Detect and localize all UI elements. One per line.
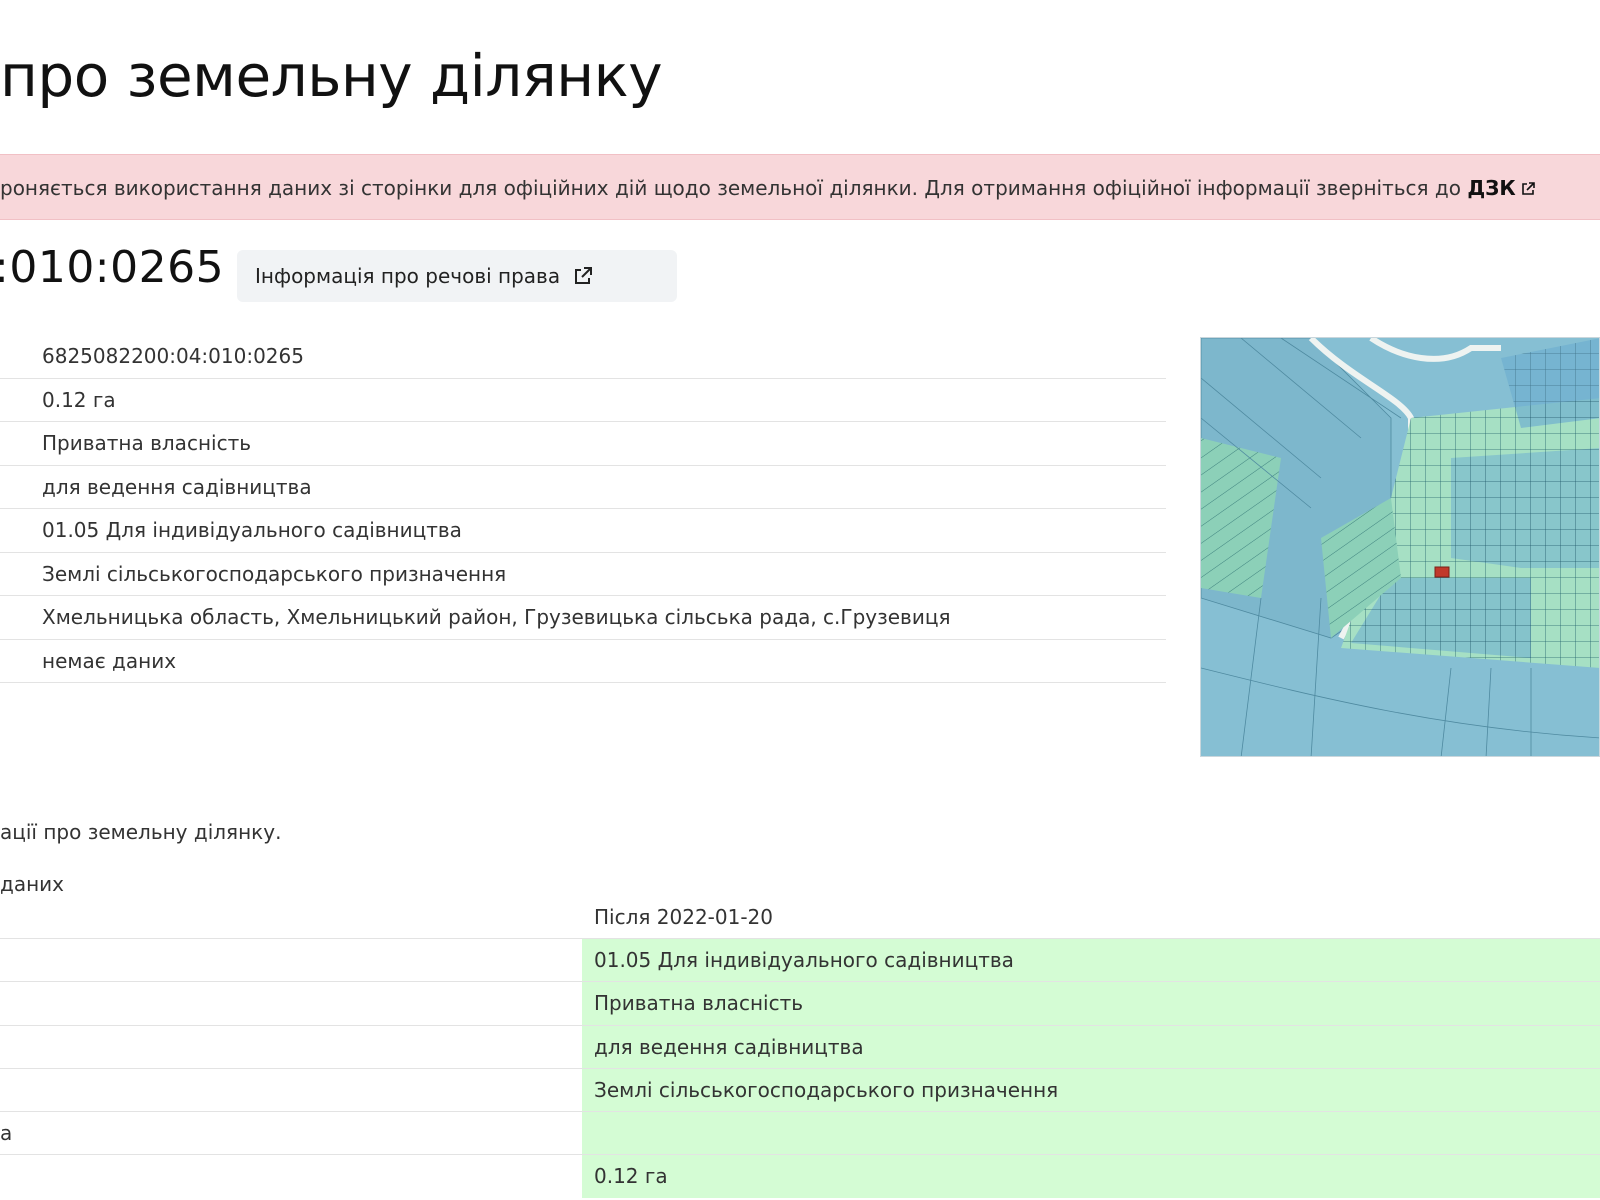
history-row-label <box>0 1069 582 1111</box>
history-row-after: 0.12 га <box>582 1155 1600 1198</box>
external-link-icon <box>1521 182 1535 195</box>
history-header-blank <box>0 896 582 938</box>
cadastral-map[interactable] <box>1200 337 1600 757</box>
history-row-after <box>582 1112 1600 1155</box>
history-row: для ведення садівництва <box>0 1024 1600 1068</box>
info-row-other: немає даних <box>0 640 1166 683</box>
history-row: Приватна власність <box>0 981 1600 1025</box>
cadastral-number: :010:0265 <box>0 242 225 293</box>
external-link-icon <box>575 267 593 284</box>
history-subnote: даних <box>0 872 64 896</box>
info-row-purpose-code: 01.05 Для індивідуального садівництва <box>0 509 1166 553</box>
history-row-label <box>0 1155 582 1197</box>
property-rights-button[interactable]: Інформація про речові права <box>237 250 677 302</box>
info-row-cadastral-number: 6825082200:04:010:0265 <box>0 335 1166 379</box>
history-row-label <box>0 982 582 1024</box>
history-row-label <box>0 1026 582 1068</box>
cadastral-map-image <box>1201 338 1599 756</box>
history-table: Після 2022-01-20 01.05 Для індивідуально… <box>0 896 1600 1198</box>
history-row: Землі сільськогосподарського призначення <box>0 1067 1600 1112</box>
warning-text: роняється використання даних зі сторінки… <box>0 176 1468 200</box>
history-row-label: а <box>0 1121 13 1146</box>
history-row-label <box>0 939 582 981</box>
history-row: 01.05 Для індивідуального садівництва <box>0 938 1600 982</box>
history-header-after: Після 2022-01-20 <box>594 905 773 929</box>
info-row-land-category: Землі сільськогосподарського призначення <box>0 553 1166 596</box>
property-rights-label: Інформація про речові права <box>255 264 561 288</box>
info-row-ownership: Приватна власність <box>0 422 1166 466</box>
parcel-highlight <box>1434 566 1450 578</box>
history-row: 0.12 га <box>0 1154 1600 1198</box>
info-row-area: 0.12 га <box>0 379 1166 422</box>
history-row-after: Землі сільськогосподарського призначення <box>582 1068 1600 1112</box>
history-row-after: для ведення садівництва <box>582 1025 1600 1068</box>
history-table-header: Після 2022-01-20 <box>0 896 1600 938</box>
history-row-after: Приватна власність <box>582 982 1600 1025</box>
dzk-link[interactable]: ДЗК <box>1467 176 1515 200</box>
page-title: про земельну ділянку <box>0 42 663 110</box>
info-row-location: Хмельницька область, Хмельницький район,… <box>0 596 1166 640</box>
parcel-info-table: 6825082200:04:010:0265 0.12 га Приватна … <box>0 335 1166 683</box>
history-row: а <box>0 1111 1600 1155</box>
history-note: ації про земельну ділянку. <box>0 820 282 844</box>
history-row-after: 01.05 Для індивідуального садівництва <box>582 939 1600 982</box>
warning-banner: роняється використання даних зі сторінки… <box>0 154 1600 220</box>
info-row-purpose: для ведення садівництва <box>0 466 1166 509</box>
